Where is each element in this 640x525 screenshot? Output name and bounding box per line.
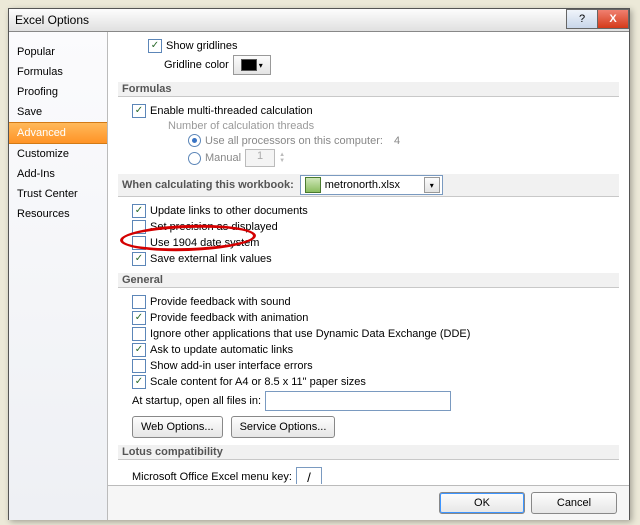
checkbox-feedback-anim[interactable]: ✓ bbox=[132, 311, 146, 325]
section-general: General bbox=[118, 273, 619, 288]
paint-bucket-icon bbox=[241, 59, 257, 71]
radio-use-all-processors[interactable] bbox=[188, 134, 201, 147]
sidebar-item-trust-center[interactable]: Trust Center bbox=[9, 184, 107, 204]
sidebar-item-resources[interactable]: Resources bbox=[9, 204, 107, 224]
service-options-button[interactable]: Service Options... bbox=[231, 416, 336, 438]
content-pane: ✓ Show gridlines Gridline color ▾ Formul… bbox=[108, 32, 629, 520]
ok-button[interactable]: OK bbox=[439, 492, 525, 514]
checkbox-save-external[interactable]: ✓ bbox=[132, 252, 146, 266]
label-startup-open: At startup, open all files in: bbox=[132, 395, 261, 407]
label-set-precision: Set precision as displayed bbox=[150, 221, 278, 233]
checkbox-multithreaded[interactable]: ✓ bbox=[132, 104, 146, 118]
label-use-1904-date: Use 1904 date system bbox=[150, 237, 259, 249]
close-button[interactable]: X bbox=[597, 9, 629, 29]
checkbox-ask-update[interactable]: ✓ bbox=[132, 343, 146, 357]
sidebar-item-customize[interactable]: Customize bbox=[9, 144, 107, 164]
label-numthreads: Number of calculation threads bbox=[168, 120, 314, 132]
label-addin-errors: Show add-in user interface errors bbox=[150, 360, 313, 372]
checkbox-ignore-dde[interactable] bbox=[132, 327, 146, 341]
excel-options-dialog: Excel Options ? X Popular Formulas Proof… bbox=[8, 8, 630, 520]
label-gridline-color: Gridline color bbox=[164, 59, 229, 71]
chevron-down-icon: ▾ bbox=[424, 177, 440, 193]
titlebar[interactable]: Excel Options ? X bbox=[9, 9, 629, 32]
processor-count: 4 bbox=[394, 135, 400, 147]
category-sidebar: Popular Formulas Proofing Save Advanced … bbox=[9, 32, 108, 520]
show-gridlines-row: ✓ Show gridlines bbox=[118, 38, 619, 54]
cancel-button[interactable]: Cancel bbox=[531, 492, 617, 514]
label-scale-content: Scale content for A4 or 8.5 x 11" paper … bbox=[150, 376, 366, 388]
checkbox-feedback-sound[interactable] bbox=[132, 295, 146, 309]
sidebar-item-save[interactable]: Save bbox=[9, 102, 107, 122]
window-controls: ? X bbox=[567, 9, 629, 29]
workbook-icon bbox=[305, 177, 321, 193]
label-update-links: Update links to other documents bbox=[150, 205, 308, 217]
window-title: Excel Options bbox=[15, 13, 89, 27]
gridline-color-picker[interactable]: ▾ bbox=[233, 55, 271, 75]
label-feedback-anim: Provide feedback with animation bbox=[150, 312, 308, 324]
section-lotus: Lotus compatibility bbox=[118, 445, 619, 460]
menu-key-input[interactable] bbox=[296, 467, 322, 484]
label-feedback-sound: Provide feedback with sound bbox=[150, 296, 291, 308]
checkbox-use-1904-date[interactable] bbox=[132, 236, 146, 250]
section-formulas: Formulas bbox=[118, 82, 619, 97]
sidebar-item-popular[interactable]: Popular bbox=[9, 42, 107, 62]
help-button[interactable]: ? bbox=[566, 9, 598, 29]
sidebar-item-advanced[interactable]: Advanced bbox=[9, 122, 107, 144]
sidebar-item-formulas[interactable]: Formulas bbox=[9, 62, 107, 82]
gridline-color-row: Gridline color ▾ bbox=[118, 54, 619, 76]
label-ask-update: Ask to update automatic links bbox=[150, 344, 293, 356]
web-options-button[interactable]: Web Options... bbox=[132, 416, 223, 438]
checkbox-set-precision[interactable] bbox=[132, 220, 146, 234]
workbook-selector[interactable]: metronorth.xlsx ▾ bbox=[300, 175, 443, 195]
dialog-footer: OK Cancel bbox=[108, 485, 629, 520]
section-when-calculating: When calculating this workbook: metronor… bbox=[118, 174, 619, 197]
checkbox-addin-errors[interactable] bbox=[132, 359, 146, 373]
sidebar-item-proofing[interactable]: Proofing bbox=[9, 82, 107, 102]
manual-threads-input[interactable]: 1 bbox=[245, 149, 275, 167]
sidebar-item-addins[interactable]: Add-Ins bbox=[9, 164, 107, 184]
label-multithreaded: Enable multi-threaded calculation bbox=[150, 105, 313, 117]
label-show-gridlines: Show gridlines bbox=[166, 40, 238, 52]
checkbox-show-gridlines[interactable]: ✓ bbox=[148, 39, 162, 53]
startup-path-input[interactable] bbox=[265, 391, 451, 411]
radio-manual-threads[interactable] bbox=[188, 152, 201, 165]
label-manual: Manual bbox=[205, 152, 241, 164]
advanced-scroll-pane[interactable]: ✓ Show gridlines Gridline color ▾ Formul… bbox=[108, 32, 629, 484]
checkbox-scale-content[interactable]: ✓ bbox=[132, 375, 146, 389]
label-save-external: Save external link values bbox=[150, 253, 272, 265]
label-menu-key: Microsoft Office Excel menu key: bbox=[132, 471, 292, 483]
checkbox-update-links[interactable]: ✓ bbox=[132, 204, 146, 218]
label-use-all-processors: Use all processors on this computer: bbox=[205, 135, 383, 147]
label-ignore-dde: Ignore other applications that use Dynam… bbox=[150, 328, 470, 340]
